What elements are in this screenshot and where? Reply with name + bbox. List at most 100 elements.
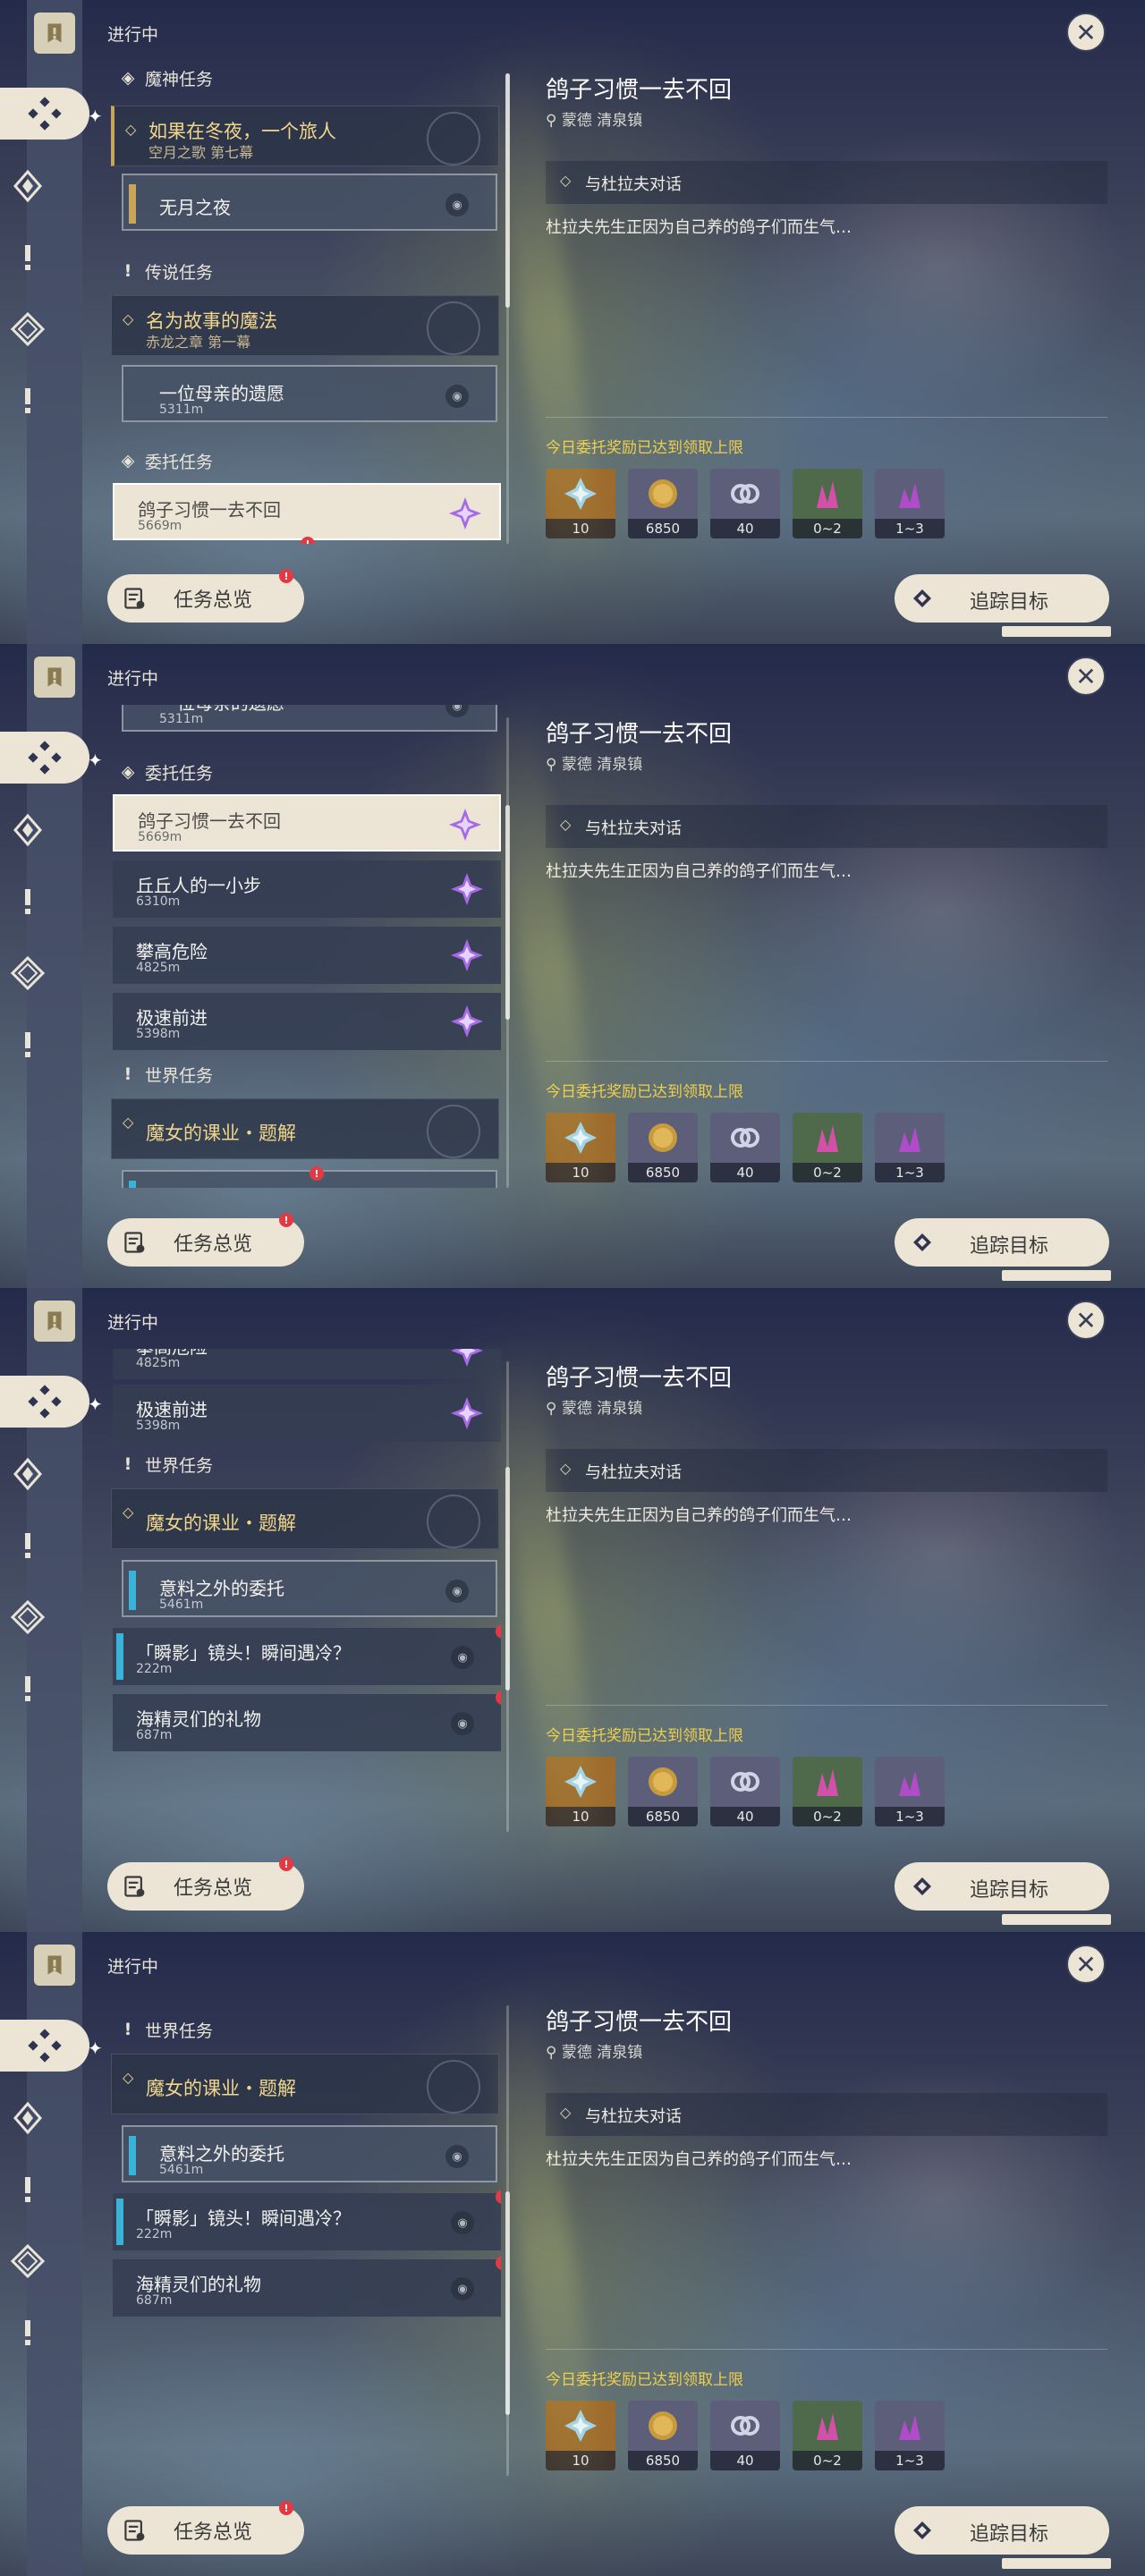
quest-list[interactable]: 攀高危险4825m极速前进5398m!世界任务◇魔女的课业・题解意料之外的委托5… — [107, 1349, 501, 1832]
world-quest-distance: 222m — [136, 2227, 173, 2241]
close-button[interactable]: ✕ — [1066, 13, 1106, 52]
rail-story[interactable] — [0, 2163, 55, 2216]
sub-quest-item[interactable]: 意料之外的委托 5461m ◉ — [122, 1560, 497, 1617]
quest-group-header[interactable]: ◇ 名为故事的魔法 赤龙之章 第一幕 — [111, 295, 499, 356]
quest-group-header[interactable]: ◇ 魔女的课业・题解 — [111, 1098, 499, 1159]
track-target-button[interactable]: 追踪目标 — [895, 1862, 1109, 1911]
close-icon: ✕ — [1075, 1949, 1097, 1979]
close-button[interactable]: ✕ — [1066, 657, 1106, 696]
reward-count: 10 — [546, 2451, 615, 2470]
rail-commission[interactable] — [0, 946, 55, 1000]
quest-panel: ✦ 进行中 ! 世界任务 ◇ 魔女的课业・题解 意料之外的委托 5461m ◉ 「瞬影」镜头！… — [0, 1932, 1145, 2576]
location-pin-icon: ◉ — [445, 193, 469, 216]
category-label: 世界任务 — [145, 2021, 214, 2041]
quest-diamond-icon: ◇ — [123, 1114, 134, 1131]
track-target-button[interactable]: 追踪目标 — [895, 1218, 1109, 1267]
companionship-icon — [710, 1757, 780, 1807]
rail-all-quests-active[interactable] — [0, 1376, 89, 1428]
rail-archon[interactable] — [0, 2091, 55, 2145]
commission-item[interactable]: 极速前进 5398m — [113, 1385, 501, 1442]
quest-list[interactable]: ! 世界任务 ◇ 魔女的课业・题解意料之外的委托 5461m ◉ 「瞬影」镜头！瞬间遇冷？ 2… — [107, 1993, 501, 2476]
world-quest-item[interactable]: 「瞬影」镜头！瞬间遇冷？222m ◉! — [113, 2190, 501, 2250]
rail-archon[interactable] — [0, 1447, 55, 1501]
category-label: 世界任务 — [145, 1065, 214, 1086]
world-quest-title: 海精灵们的礼物 — [136, 2274, 261, 2295]
close-button[interactable]: ✕ — [1066, 1301, 1106, 1340]
quest-type-marker — [129, 184, 136, 224]
all-quests-icon — [28, 1385, 62, 1419]
world-quest-item[interactable]: 海精灵们的礼物687m ◉! — [113, 1690, 501, 1751]
rail-all-quests-active[interactable] — [0, 88, 89, 140]
close-icon: ✕ — [1075, 1305, 1097, 1335]
commission-item[interactable]: 攀高危险4825m — [113, 1349, 501, 1379]
reward-count: 10 — [546, 1807, 615, 1826]
rail-story[interactable] — [0, 1519, 55, 1572]
reward-count: 40 — [710, 1807, 780, 1826]
list-scrollbar-thumb[interactable] — [505, 2191, 510, 2415]
rail-commission[interactable] — [0, 2234, 55, 2288]
sub-quest-item[interactable]: 一位母亲的遗愿5311m◉ — [122, 705, 497, 732]
world-quest-item[interactable]: 海精灵们的礼物687m ◉! — [113, 2256, 501, 2317]
quest-book-icon[interactable] — [34, 1301, 75, 1342]
rail-story[interactable] — [0, 231, 55, 284]
rail-all-quests-active[interactable] — [0, 2020, 89, 2072]
reward-count: 6850 — [628, 1163, 698, 1182]
overview-icon — [120, 584, 148, 613]
world-quest-item[interactable]: 「瞬影」镜头！瞬间遇冷？222m ◉! — [113, 1624, 501, 1685]
quest-list[interactable]: 一位母亲的遗愿5311m◉◈委托任务鸽子习惯一去不回5669m丘丘人的一小步63… — [107, 705, 501, 1188]
close-button[interactable]: ✕ — [1066, 1945, 1106, 1984]
sub-quest-item[interactable]: 意料之外的委托5461m◉! — [122, 1166, 497, 1188]
close-icon: ✕ — [1075, 661, 1097, 691]
quest-panel: ✦ 进行中 一位母亲的遗愿5311m◉◈委托任务鸽子习惯一去不回5669m丘丘人… — [0, 644, 1145, 1288]
quest-group-header[interactable]: ◇ 魔女的课业・题解 — [111, 1488, 499, 1549]
quest-diamond-icon: ◇ — [123, 1504, 134, 1521]
list-scrollbar-thumb[interactable] — [505, 73, 510, 308]
reward-item: 10 — [546, 2401, 615, 2470]
commission-item-selected[interactable]: 鸽子习惯一去不回 5669m — [113, 794, 501, 852]
reward-count: 1~3 — [875, 519, 945, 538]
overview-label: 任务总览 — [174, 1877, 253, 1900]
rail-world[interactable] — [0, 1018, 55, 1072]
quest-book-icon[interactable] — [34, 1945, 75, 1986]
commission-item-selected[interactable]: 鸽子习惯一去不回 5669m! — [113, 483, 501, 544]
notification-badge: ! — [279, 1857, 293, 1871]
rail-archon[interactable] — [0, 159, 55, 213]
rail-world[interactable] — [0, 374, 55, 428]
rail-world[interactable] — [0, 2306, 55, 2360]
overview-button[interactable]: 任务总览 ! — [107, 2501, 304, 2555]
overview-button[interactable]: 任务总览 ! — [107, 1857, 304, 1911]
quest-book-icon[interactable] — [34, 657, 75, 698]
list-scrollbar-thumb[interactable] — [505, 805, 510, 1020]
track-target-button[interactable]: 追踪目标 — [895, 2506, 1109, 2555]
quest-book-icon[interactable] — [34, 13, 75, 54]
commission-distance: 6310m — [136, 894, 181, 909]
list-scrollbar-thumb[interactable] — [505, 1467, 510, 1690]
rail-archon[interactable] — [0, 803, 55, 857]
sub-quest-item[interactable]: 无月之夜 ◉ — [122, 174, 497, 231]
reward-limit-note: 今日委托奖励已达到领取上限 — [546, 1083, 743, 1101]
rail-commission[interactable] — [0, 302, 55, 356]
quest-location-text: 蒙德 清泉镇 — [561, 1400, 643, 1418]
all-quests-icon — [28, 97, 62, 131]
quest-group-header[interactable]: ◇ 如果在冬夜，一个旅人 空月之歌 第七幕 — [111, 106, 499, 166]
rail-all-quests-active[interactable] — [0, 732, 89, 784]
track-target-button[interactable]: 追踪目标 — [895, 574, 1109, 623]
overview-button[interactable]: 任务总览 ! — [107, 1213, 304, 1267]
commission-item[interactable]: 攀高危险4825m — [113, 927, 501, 984]
sub-quest-item[interactable]: 一位母亲的遗愿5311m◉ — [122, 365, 497, 422]
quest-group-header[interactable]: ◇ 魔女的课业・题解 — [111, 2054, 499, 2114]
notification-badge: ! — [496, 2256, 501, 2270]
reward-count: 1~3 — [875, 1163, 945, 1182]
category-story: ! 传说任务 — [118, 258, 213, 284]
commission-item[interactable]: 极速前进 5398m — [113, 993, 501, 1050]
exclamation-icon: ! — [123, 1454, 132, 1474]
sub-quest-distance: 5461m — [159, 2163, 204, 2177]
rail-story[interactable] — [0, 875, 55, 928]
notification-badge: ! — [301, 537, 315, 544]
commission-item[interactable]: 丘丘人的一小步 6310m — [113, 860, 501, 918]
rail-commission[interactable] — [0, 1590, 55, 1644]
sub-quest-item[interactable]: 意料之外的委托 5461m ◉ — [122, 2125, 497, 2182]
overview-button[interactable]: 任务总览 ! — [107, 569, 304, 623]
quest-list[interactable]: ◈ 魔神任务 ◇ 如果在冬夜，一个旅人 空月之歌 第七幕 无月之夜 ◉! 传说任务 ◇ 名为故事的… — [107, 61, 501, 544]
rail-world[interactable] — [0, 1662, 55, 1716]
